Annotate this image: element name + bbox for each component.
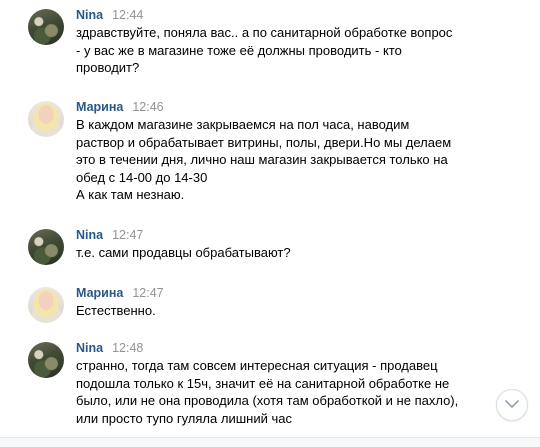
message-line: было, или не она проводила (хотя там обр… [76,393,459,408]
message-line: т.е. сами продавцы обрабатывают? [76,245,291,260]
message-line: раствор и обрабатывает витрины, полы, дв… [76,134,452,150]
message-text: т.е. сами продавцы обрабатывают? [76,244,476,262]
message-header: Nina 12:47 [76,226,476,244]
message-line: подошла только к 15ч, значит её на санит… [76,375,450,391]
message-text: странно, тогда там совсем интересная сит… [76,357,476,427]
message-header: Марина 12:46 [76,98,476,116]
message-header: Nina 12:44 [76,6,476,24]
author-name[interactable]: Nina [76,341,103,355]
message-time[interactable]: 12:48 [112,341,143,355]
message-body: Nina 12:44 здравствуйте, поняла вас.. а п… [76,6,476,77]
message-header: Марина 12:47 [76,284,476,302]
message-line: проводит? [76,60,140,75]
message-time[interactable]: 12:46 [132,100,163,114]
author-name[interactable]: Марина [76,100,123,114]
author-name[interactable]: Nina [76,228,103,242]
message-line: или просто тупо гуляла лишний час [76,410,292,426]
chat-history: Nina 12:44 здравствуйте, поняла вас.. а п… [0,0,540,446]
message-line: А как там незнаю. [76,187,185,202]
avatar[interactable] [28,9,64,45]
avatar[interactable] [28,229,64,265]
message-header: Nina 12:48 [76,339,476,357]
message-text: здравствуйте, поняла вас.. а по санитарн… [76,24,476,77]
message-line: Естественно. [76,303,156,318]
message-line: здравствуйте, поняла вас.. а по санитарн… [76,25,453,40]
message-body: Марина 12:46 В каждом магазине закрываемс… [76,98,476,204]
message-line: В каждом магазине закрываемся на пол час… [76,117,410,132]
message-body: Nina 12:47 т.е. сами продавцы обрабатываю… [76,226,476,262]
avatar[interactable] [28,287,64,323]
message-body: Марина 12:47 Естественно. [76,284,476,320]
avatar[interactable] [28,342,64,378]
message-text: В каждом магазине закрываемся на пол час… [76,116,476,204]
chevron-down-icon [505,400,519,408]
message-time[interactable]: 12:47 [132,286,163,300]
message-line: странно, тогда там совсем интересная сит… [76,358,438,373]
message-time[interactable]: 12:44 [112,8,143,22]
avatar[interactable] [28,101,64,137]
message-time[interactable]: 12:47 [112,228,143,242]
message-line: это в течении дня, лично наш магазин зак… [76,152,448,167]
message-line: обед с 14-00 до 14-30 [76,169,208,185]
message-body: Nina 12:48 странно, тогда там совсем инте… [76,339,476,427]
author-name[interactable]: Марина [76,286,123,300]
message-line: - у вас же в магазине тоже её должны про… [76,42,402,58]
author-name[interactable]: Nina [76,8,103,22]
scroll-down-button[interactable] [496,389,528,421]
message-text: Естественно. [76,302,476,320]
